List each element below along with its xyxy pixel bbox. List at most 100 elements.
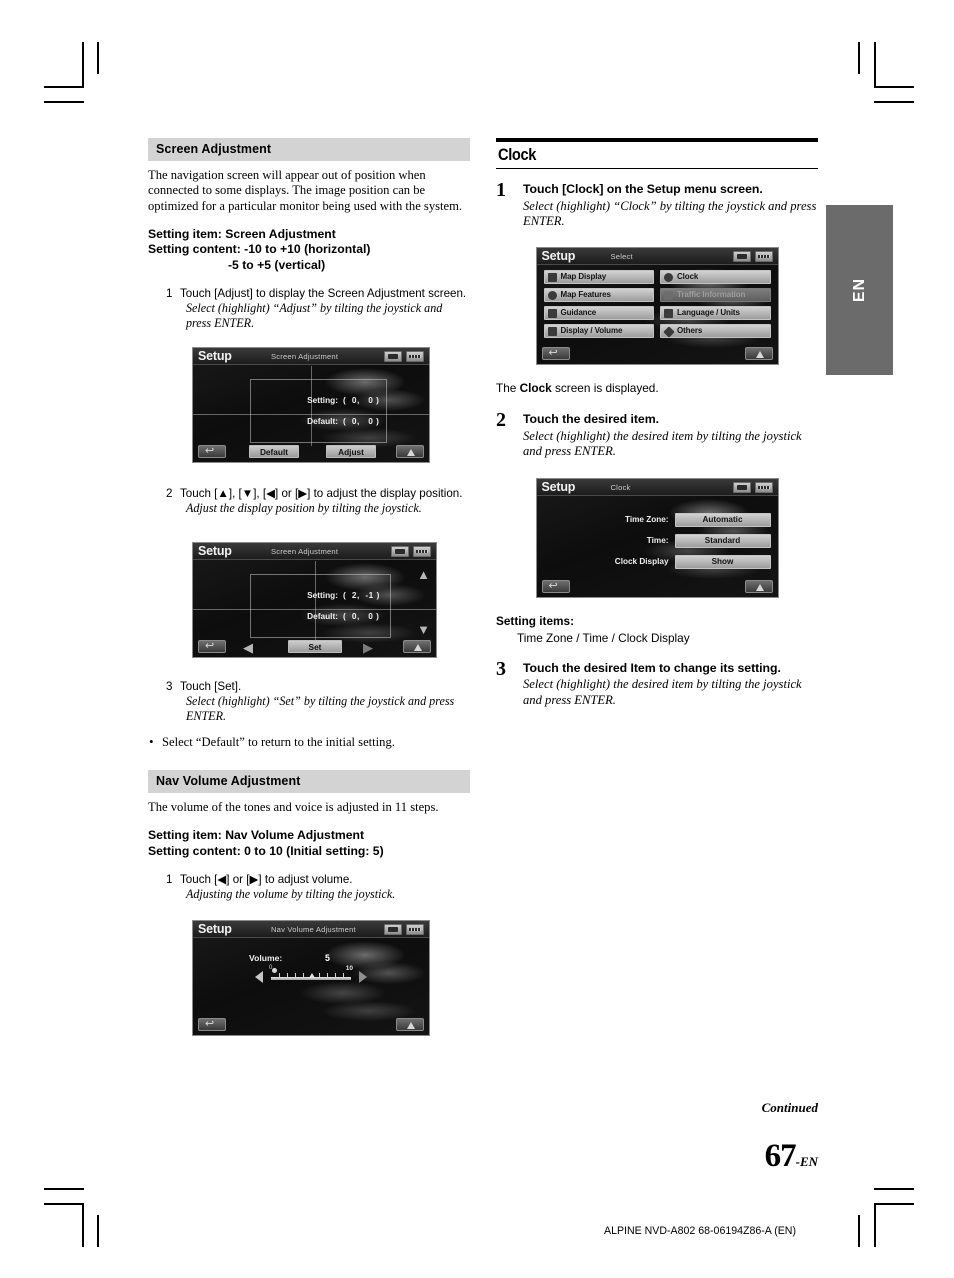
screen-mode-icon[interactable]	[732, 251, 751, 263]
navigate-home-button[interactable]	[744, 579, 773, 593]
screen-mode-icon[interactable]	[384, 923, 402, 935]
menu-item-guidance[interactable]: Guidance	[543, 306, 654, 321]
clock-setting-items: Setting items: Time Zone / Time / Clock …	[496, 614, 818, 645]
menu-item-label: Display / Volume	[560, 326, 623, 336]
menu-item-language-units[interactable]: Language / Units	[660, 306, 771, 321]
menu-item-clock[interactable]: Clock	[660, 270, 771, 285]
language-side-tab: EN	[826, 205, 893, 375]
menu-item-map-display[interactable]: Map Display	[543, 270, 654, 285]
setup-menu-grid: Map Display Clock Map Features Traffic I…	[543, 270, 771, 339]
menu-item-others[interactable]: Others	[660, 324, 771, 339]
screen-adjustment-step-3: 3 Touch [Set]. Select (highlight) “Set” …	[148, 680, 470, 724]
row-label: Clock Display	[614, 556, 669, 566]
device-screen-setup-select: Setup Select Map Display Clock Map Featu…	[535, 247, 779, 366]
nav-volume-step-1: 1 Touch [◀] or [▶] to adjust volume. Adj…	[148, 873, 470, 902]
screen-mode-icon[interactable]	[384, 350, 402, 362]
default-row-value: ( 0, 0 )	[343, 415, 380, 426]
arrow-right-icon[interactable]: ▶	[363, 641, 373, 654]
step-italic: Select (highlight) the desired item by t…	[523, 428, 802, 459]
row-value-button[interactable]: Automatic	[674, 512, 771, 527]
step-number: 1	[166, 872, 173, 886]
nav-volume-intro: The volume of the tones and voice is adj…	[148, 799, 439, 814]
device-screen-screen-adjustment-initial: Setup Screen Adjustment Setting: ( 0, 0 …	[192, 346, 430, 463]
step-title: Touch [Clock] on the Setup menu screen.	[523, 182, 763, 196]
volume-slider-thumb[interactable]	[309, 972, 315, 978]
arrow-left-icon[interactable]: ◀	[243, 641, 253, 654]
menu-item-map-features[interactable]: Map Features	[543, 288, 654, 303]
step-text: Touch [◀] or [▶] to adjust volume.	[180, 872, 353, 886]
row-value-button[interactable]: Standard	[674, 533, 771, 548]
screen-mode-icon[interactable]	[391, 545, 409, 557]
volume-scale-min: 0	[269, 964, 273, 971]
keypad-icon[interactable]	[754, 251, 773, 263]
screen-adjustment-settings: Setting item: Screen Adjustment Setting …	[148, 227, 470, 273]
step-italic: Select (highlight) the desired item by t…	[523, 677, 802, 707]
right-column: Clock 1 Touch [Clock] on the Setup menu …	[496, 138, 818, 708]
page-number-suffix: -EN	[795, 1154, 818, 1169]
navigate-home-button[interactable]	[403, 639, 431, 653]
keypad-icon[interactable]	[413, 545, 431, 557]
side-tab-label: EN	[850, 277, 868, 303]
step-number: 3	[496, 657, 506, 680]
set-button[interactable]: Set	[288, 639, 342, 653]
menu-item-label: Guidance	[560, 308, 597, 318]
volume-slider[interactable]: 0 10	[269, 965, 353, 980]
setting-row-label: Setting:	[307, 589, 338, 600]
back-button[interactable]	[541, 579, 570, 593]
map-display-icon	[547, 273, 557, 283]
step-italic: Adjusting the volume by tilting the joys…	[186, 887, 396, 902]
volume-scale-max: 10	[345, 964, 353, 972]
arrow-down-icon[interactable]: ▼	[417, 623, 430, 636]
setting-item-line: Setting item: Nav Volume Adjustment	[148, 828, 365, 843]
navigate-home-button[interactable]	[396, 1017, 424, 1031]
row-value-button[interactable]: Show	[674, 554, 771, 569]
crop-mark-bottom-right	[852, 1188, 914, 1248]
screen-adjustment-note: Select “Default” to return to the initia…	[148, 734, 470, 750]
adjustment-values-box: Setting: ( 0, 0 ) Default: ( 0, 0 )	[250, 378, 387, 443]
step-number: 1	[496, 179, 506, 201]
volume-increase-arrow-icon[interactable]	[359, 970, 367, 983]
menu-item-label: Traffic Information	[677, 290, 746, 300]
back-button[interactable]	[198, 1017, 226, 1031]
device-subtitle-label: Nav Volume Adjustment	[271, 924, 356, 934]
clock-screen-displayed-note: The Clock screen is displayed.	[496, 381, 659, 396]
device-brand-label: Setup	[541, 249, 576, 264]
clock-heading-text: Clock	[498, 145, 537, 164]
device-brand-label: Setup	[541, 479, 576, 494]
default-row-label: Default:	[307, 610, 338, 621]
keypad-icon[interactable]	[406, 923, 424, 935]
back-button[interactable]	[198, 639, 226, 653]
traffic-icon	[664, 291, 673, 301]
volume-slider-start-dot	[272, 967, 277, 973]
navigate-home-button[interactable]	[396, 444, 424, 458]
navigate-home-button[interactable]	[744, 347, 773, 361]
volume-label: Volume:	[249, 952, 283, 963]
step-italic: Adjust the display position by tilting t…	[186, 501, 422, 516]
keypad-icon[interactable]	[754, 481, 773, 493]
menu-item-label: Language / Units	[677, 308, 740, 318]
row-label: Time:	[646, 535, 669, 545]
footer-document-code: ALPINE NVD-A802 68-06194Z86-A (EN)	[604, 1225, 796, 1237]
setting-content-line-2: -5 to +5 (vertical)	[228, 257, 326, 272]
device-screen-screen-adjustment-adjusting: Setup Screen Adjustment Setting: ( 2, -1…	[192, 541, 437, 658]
setting-row-value: ( 2, -1 )	[343, 589, 380, 600]
step-text: Touch [Set].	[180, 679, 242, 693]
section-heading-clock: Clock	[496, 138, 818, 169]
menu-item-display-volume[interactable]: Display / Volume	[543, 324, 654, 339]
keypad-icon[interactable]	[406, 350, 424, 362]
screen-adjustment-step-2: 2 Touch [▲], [▼], [◀] or [▶] to adjust t…	[148, 487, 470, 516]
arrow-up-icon[interactable]: ▲	[417, 568, 430, 581]
page-number: 67-EN	[765, 1138, 818, 1175]
setting-row-value: ( 0, 0 )	[343, 394, 380, 405]
adjust-button[interactable]: Adjust	[326, 444, 376, 458]
device-subtitle-label: Screen Adjustment	[271, 546, 339, 556]
volume-decrease-arrow-icon[interactable]	[255, 970, 263, 983]
device-subtitle-label: Screen Adjustment	[271, 351, 339, 361]
device-brand-label: Setup	[198, 348, 232, 363]
menu-item-label: Clock	[677, 272, 699, 282]
default-button[interactable]: Default	[249, 444, 299, 458]
guidance-icon	[547, 309, 557, 319]
back-button[interactable]	[541, 346, 570, 361]
back-button[interactable]	[198, 444, 226, 458]
screen-mode-icon[interactable]	[732, 481, 751, 493]
